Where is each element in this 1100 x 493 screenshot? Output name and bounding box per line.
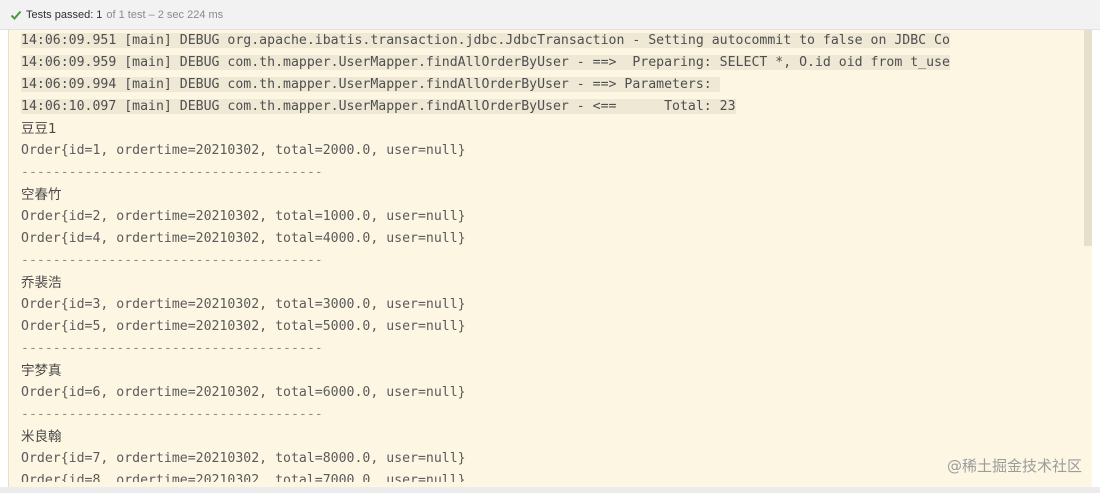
user-name-line: 豆豆1 <box>21 121 57 137</box>
tests-passed-label: Tests passed: <box>26 8 94 21</box>
console-scrollbar[interactable] <box>1084 30 1092 246</box>
separator-line: -------------------------------------- <box>21 341 323 356</box>
order-line: Order{id=7, ordertime=20210302, total=80… <box>21 451 466 466</box>
bottom-toolbar-strip <box>0 487 1100 493</box>
separator-line: -------------------------------------- <box>21 253 323 268</box>
separator-line: -------------------------------------- <box>21 407 323 422</box>
order-line: Order{id=4, ordertime=20210302, total=40… <box>21 231 466 246</box>
order-line: Order{id=3, ordertime=20210302, total=30… <box>21 297 466 312</box>
log-line: 14:06:09.951 [main] DEBUG org.apache.iba… <box>21 33 950 48</box>
log-line: 14:06:09.994 [main] DEBUG com.th.mapper.… <box>21 77 720 92</box>
order-line: Order{id=2, ordertime=20210302, total=10… <box>21 209 466 224</box>
console-lines: 14:06:09.951 [main] DEBUG org.apache.iba… <box>9 30 1092 482</box>
test-status-bar: Tests passed: 1 of 1 test – 2 sec 224 ms <box>0 0 1100 30</box>
user-name-line: 米良翰 <box>21 429 62 445</box>
order-line: Order{id=1, ordertime=20210302, total=20… <box>21 143 466 158</box>
check-icon <box>10 10 22 20</box>
log-line: 14:06:10.097 [main] DEBUG com.th.mapper.… <box>21 99 736 114</box>
user-name-line: 乔裴浩 <box>21 275 62 291</box>
run-console-output[interactable]: 14:06:09.951 [main] DEBUG org.apache.iba… <box>8 30 1092 493</box>
user-name-line: 宇梦真 <box>21 363 62 379</box>
tests-passed-detail: of 1 test – 2 sec 224 ms <box>106 8 224 21</box>
order-line: Order{id=8, ordertime=20210302, total=70… <box>21 473 466 482</box>
watermark: @稀土掘金技术社区 <box>946 457 1082 475</box>
log-line: 14:06:09.959 [main] DEBUG com.th.mapper.… <box>21 55 950 70</box>
separator-line: -------------------------------------- <box>21 165 323 180</box>
order-line: Order{id=6, ordertime=20210302, total=60… <box>21 385 466 400</box>
user-name-line: 空春竹 <box>21 187 62 203</box>
tests-passed-count: 1 <box>96 8 103 21</box>
order-line: Order{id=5, ordertime=20210302, total=50… <box>21 319 466 334</box>
